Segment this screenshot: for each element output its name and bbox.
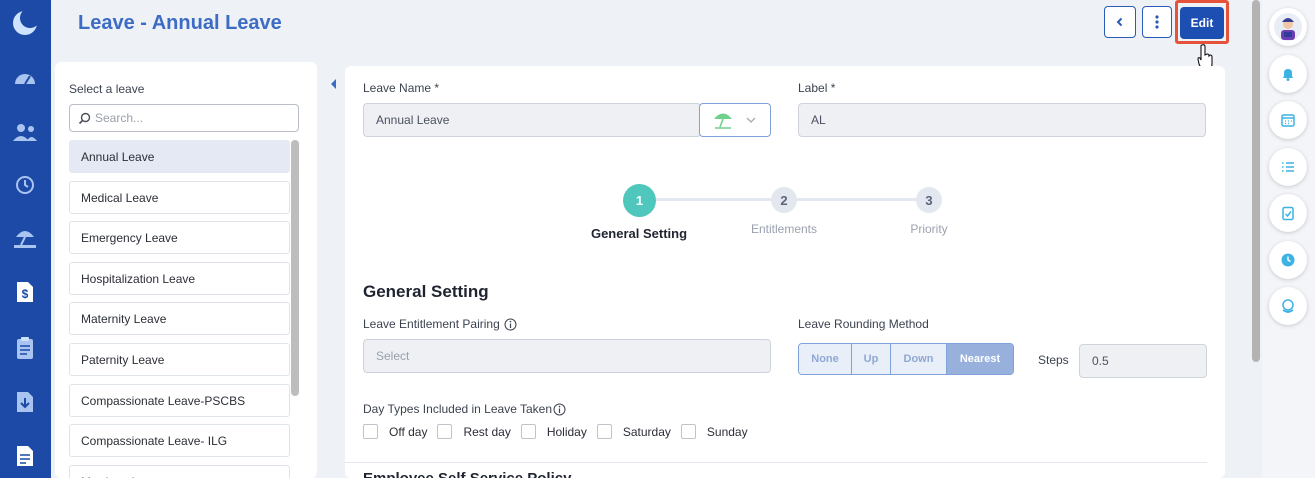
leave-item-paternity[interactable]: Paternity Leave xyxy=(69,343,290,376)
checkbox-label-off-day: Off day xyxy=(389,424,428,439)
leave-name-field[interactable]: Annual Leave xyxy=(363,103,701,137)
leave-beach-icon[interactable] xyxy=(11,224,39,252)
globe-button[interactable] xyxy=(1269,287,1307,325)
rounding-label: Leave Rounding Method xyxy=(798,317,929,331)
leave-list-scrollbar[interactable] xyxy=(291,140,299,396)
leave-item-maternity[interactable]: Maternity Leave xyxy=(69,302,290,335)
edit-button[interactable]: Edit xyxy=(1180,7,1224,39)
time-button[interactable] xyxy=(1269,241,1307,279)
rounding-nearest-button[interactable]: Nearest xyxy=(947,344,1013,374)
steps-label: Steps xyxy=(1038,353,1069,367)
user-avatar[interactable] xyxy=(1269,8,1307,46)
next-section-title: Employee Self Service Policy xyxy=(363,470,571,478)
checkbox-sunday[interactable] xyxy=(680,424,696,439)
list-icon xyxy=(1282,162,1294,172)
history-icon[interactable] xyxy=(11,171,39,199)
label-field-label: Label * xyxy=(798,81,836,95)
day-types-label-row: Day Types Included in Leave Taken xyxy=(363,402,566,416)
rounding-down-button[interactable]: Down xyxy=(891,344,947,374)
step-1-circle[interactable]: 1 xyxy=(623,184,656,217)
dashboard-icon[interactable] xyxy=(11,64,39,92)
leave-icon-select[interactable] xyxy=(699,103,771,137)
leave-item-annual[interactable]: Annual Leave xyxy=(69,140,290,173)
clock-icon xyxy=(1281,253,1295,267)
checkbox-rest-day[interactable] xyxy=(437,424,453,439)
calendar-button[interactable] xyxy=(1269,101,1307,139)
day-types-checkboxes: Off day Rest day Holiday Saturday Sunday xyxy=(363,424,758,439)
edit-button-highlight: Edit xyxy=(1175,0,1229,44)
checkbox-label-rest-day: Rest day xyxy=(463,424,511,439)
pairing-select[interactable]: Select xyxy=(363,339,771,373)
leave-item-medical[interactable]: Medical Leave xyxy=(69,181,290,214)
rounding-none-button[interactable]: None xyxy=(799,344,852,374)
payroll-dollar-icon[interactable]: $ xyxy=(11,278,39,306)
leave-name-label: Leave Name * xyxy=(363,81,440,95)
leave-search-box[interactable] xyxy=(69,104,299,132)
checkbox-label-holiday: Holiday xyxy=(546,424,587,439)
checkbox-label-saturday: Saturday xyxy=(622,424,671,439)
checkbox-label-sunday: Sunday xyxy=(706,424,748,439)
notifications-button[interactable] xyxy=(1269,55,1307,93)
clipboard-check-icon xyxy=(1282,206,1294,221)
download-document-icon[interactable] xyxy=(11,388,39,416)
checkbox-saturday[interactable] xyxy=(596,424,612,439)
checklist-button[interactable] xyxy=(1269,194,1307,232)
bell-icon xyxy=(1283,69,1293,81)
beach-umbrella-icon xyxy=(714,113,732,129)
globe-icon xyxy=(1282,299,1294,313)
info-icon[interactable] xyxy=(504,318,517,331)
day-types-label: Day Types Included in Leave Taken xyxy=(363,402,553,416)
more-options-button[interactable] xyxy=(1142,6,1172,38)
step-2-label: Entitlements xyxy=(750,222,818,236)
step-3-circle[interactable]: 3 xyxy=(916,187,942,213)
collapse-panel-icon[interactable] xyxy=(330,78,337,93)
step-1-label: General Setting xyxy=(590,226,688,241)
section-title: General Setting xyxy=(363,282,489,301)
step-3-label: Priority xyxy=(910,222,948,236)
leave-form-panel: Leave Name * Annual Leave Label * AL 1 2… xyxy=(345,66,1225,478)
checkbox-off-day[interactable] xyxy=(363,424,378,439)
page-scrollbar[interactable] xyxy=(1252,0,1260,362)
step-2-circle[interactable]: 2 xyxy=(771,187,797,213)
search-icon xyxy=(78,112,91,124)
leave-item-hospitalization[interactable]: Hospitalization Leave xyxy=(69,262,290,295)
back-button[interactable] xyxy=(1104,6,1136,38)
calendar-icon xyxy=(1281,114,1295,127)
info-icon[interactable] xyxy=(553,403,566,416)
steps-input[interactable]: 0.5 xyxy=(1079,344,1207,378)
pairing-label: Leave Entitlement Pairing xyxy=(363,317,500,331)
left-navigation: $ xyxy=(0,0,51,478)
kebab-menu-icon xyxy=(1155,15,1159,29)
page-title: Leave - Annual Leave xyxy=(78,12,282,34)
leave-item-compassionate-pscbs[interactable]: Compassionate Leave-PSCBS xyxy=(69,384,290,417)
avatar-icon xyxy=(1274,13,1302,41)
right-rail xyxy=(1262,0,1315,478)
leave-search-input[interactable] xyxy=(95,111,275,125)
chevron-left-icon xyxy=(1116,17,1123,27)
chevron-down-icon xyxy=(746,117,756,123)
checkbox-holiday[interactable] xyxy=(520,424,536,439)
svg-text:$: $ xyxy=(22,287,29,301)
people-icon[interactable] xyxy=(11,118,39,146)
leave-item-marriage[interactable]: Marriage Leave xyxy=(69,465,290,478)
pairing-label-row: Leave Entitlement Pairing xyxy=(363,317,517,331)
leave-list-panel: Select a leave Annual Leave Medical Leav… xyxy=(55,62,317,478)
leave-list-label: Select a leave xyxy=(69,82,145,96)
leave-item-compassionate-ilg[interactable]: Compassionate Leave- ILG xyxy=(69,424,290,457)
label-field[interactable]: AL xyxy=(798,103,1206,137)
app-logo-icon[interactable] xyxy=(10,8,40,38)
rounding-method-group: None Up Down Nearest xyxy=(798,343,1014,375)
report-document-icon[interactable] xyxy=(11,442,39,470)
leave-item-emergency[interactable]: Emergency Leave xyxy=(69,221,290,254)
section-divider xyxy=(345,462,1207,463)
clipboard-icon[interactable] xyxy=(11,334,39,362)
task-list-button[interactable] xyxy=(1269,148,1307,186)
rounding-up-button[interactable]: Up xyxy=(852,344,891,374)
